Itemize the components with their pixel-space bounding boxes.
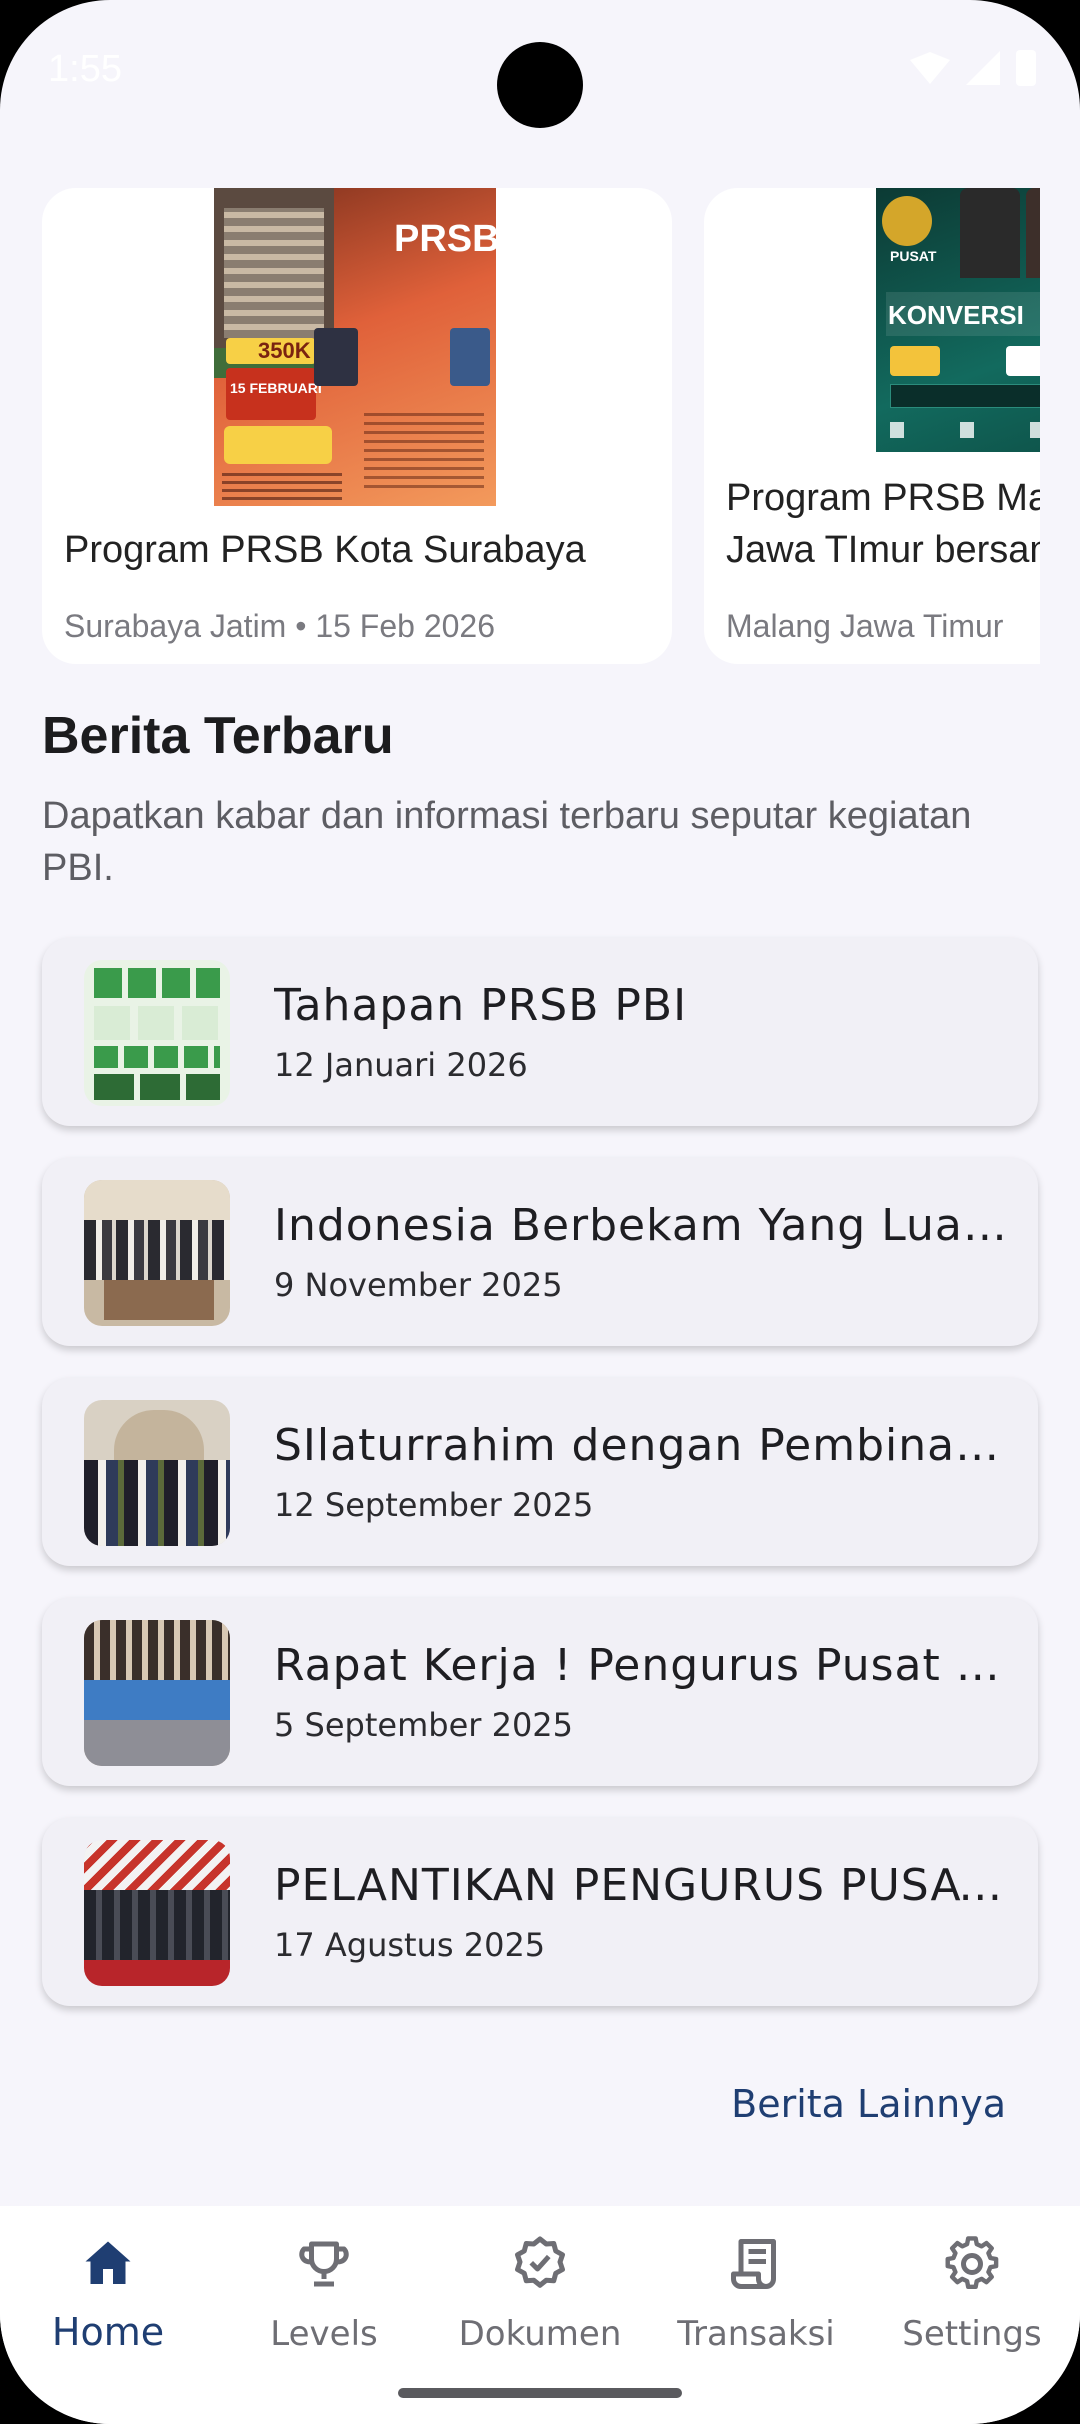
news-title: PELANTIKAN PENGURUS PUSAT PBI bbox=[274, 1860, 1014, 1911]
battery-icon bbox=[1016, 50, 1036, 86]
news-section-title: Berita Terbaru bbox=[42, 707, 394, 765]
news-thumbnail bbox=[84, 1840, 230, 1986]
wifi-icon bbox=[910, 52, 950, 84]
news-item[interactable]: Tahapan PRSB PBI 12 Januari 2026 bbox=[42, 938, 1038, 1126]
nav-documents-label: Dokumen bbox=[458, 2314, 622, 2354]
news-item[interactable]: PELANTIKAN PENGURUS PUSAT PBI 17 Agustus… bbox=[42, 1818, 1038, 2006]
nav-home-label: Home bbox=[51, 2310, 165, 2354]
event-card[interactable]: PUSAT KONVERSI Program PRSB Malang Jawa … bbox=[704, 188, 1040, 664]
news-thumbnail bbox=[84, 1180, 230, 1326]
signal-icon bbox=[966, 51, 1000, 85]
app-screen: 1:55 PRSB 350K 15 FEBRUARI Program PRSB … bbox=[0, 0, 1080, 2424]
poster-badge: PUSAT bbox=[890, 248, 937, 264]
trophy-icon bbox=[299, 2241, 349, 2287]
news-date: 9 November 2025 bbox=[274, 1266, 563, 1304]
event-poster-image: PRSB 350K 15 FEBRUARI bbox=[214, 188, 496, 506]
news-title: SIlaturrahim dengan Pembina PBI bbox=[274, 1420, 1014, 1471]
news-title: Indonesia Berbekam Yang Luar Biasa bbox=[274, 1200, 1014, 1251]
nav-transactions-label: Transaksi bbox=[677, 2314, 835, 2354]
event-title: Program PRSB Malang Jawa TImur bersama T bbox=[726, 477, 1040, 571]
event-meta: Surabaya Jatim • 15 Feb 2026 bbox=[64, 608, 496, 644]
event-title: Program PRSB Kota Surabaya bbox=[64, 529, 586, 571]
nav-settings[interactable]: Settings bbox=[864, 2206, 1080, 2424]
nav-home[interactable]: Home bbox=[0, 2206, 216, 2424]
nav-levels-label: Levels bbox=[270, 2314, 378, 2354]
news-thumbnail bbox=[84, 960, 230, 1106]
camera-cutout bbox=[497, 42, 583, 128]
status-time: 1:55 bbox=[48, 48, 122, 90]
news-section-description: Dapatkan kabar dan informasi terbaru sep… bbox=[42, 795, 972, 889]
news-list: Tahapan PRSB PBI 12 Januari 2026 Indones… bbox=[42, 938, 1038, 2038]
event-poster-image: PUSAT KONVERSI bbox=[876, 188, 1040, 452]
status-icons bbox=[910, 50, 1036, 86]
news-item[interactable]: SIlaturrahim dengan Pembina PBI 12 Septe… bbox=[42, 1378, 1038, 1566]
gear-icon bbox=[945, 2236, 999, 2289]
poster-heading: KONVERSI bbox=[888, 300, 1024, 330]
home-indicator[interactable] bbox=[398, 2388, 682, 2398]
news-date: 17 Agustus 2025 bbox=[274, 1926, 546, 1964]
poster-price: 350K bbox=[258, 338, 311, 363]
news-title: Rapat Kerja ! Pengurus Pusat PBI bbox=[274, 1640, 1014, 1691]
news-date: 12 Januari 2026 bbox=[274, 1046, 528, 1084]
news-thumbnail bbox=[84, 1620, 230, 1766]
events-carousel[interactable]: PRSB 350K 15 FEBRUARI Program PRSB Kota … bbox=[0, 188, 1040, 664]
news-thumbnail bbox=[84, 1400, 230, 1546]
news-date: 12 September 2025 bbox=[274, 1486, 594, 1524]
home-icon bbox=[85, 2241, 131, 2284]
event-card[interactable]: PRSB 350K 15 FEBRUARI Program PRSB Kota … bbox=[42, 188, 672, 664]
event-meta: Malang Jawa Timur bbox=[726, 608, 1004, 644]
status-bar: 1:55 bbox=[0, 0, 1080, 140]
news-item[interactable]: Rapat Kerja ! Pengurus Pusat PBI 5 Septe… bbox=[42, 1598, 1038, 1786]
poster-heading: PRSB bbox=[394, 218, 496, 260]
news-item[interactable]: Indonesia Berbekam Yang Luar Biasa 9 Nov… bbox=[42, 1158, 1038, 1346]
more-news-link[interactable]: Berita Lainnya bbox=[731, 2082, 1006, 2126]
news-title: Tahapan PRSB PBI bbox=[274, 980, 688, 1031]
news-date: 5 September 2025 bbox=[274, 1706, 574, 1744]
receipt-icon bbox=[731, 2239, 776, 2289]
verified-badge-icon bbox=[515, 2236, 565, 2288]
nav-settings-label: Settings bbox=[902, 2314, 1042, 2354]
poster-date: 15 FEBRUARI bbox=[230, 380, 322, 396]
